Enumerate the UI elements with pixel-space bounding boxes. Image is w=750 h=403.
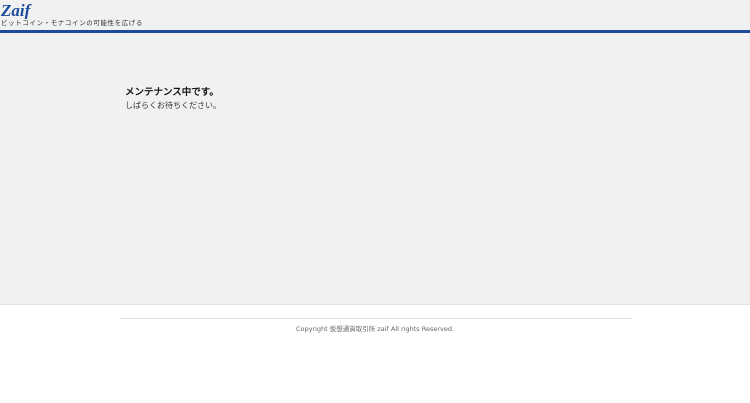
maintenance-title: メンテナンス中です。 xyxy=(125,87,219,98)
footer-divider xyxy=(120,318,632,319)
copyright-text: Copyright 仮想通貨取引所 zaif All rights Reserv… xyxy=(295,325,455,333)
maintenance-panel: メンテナンス中です。 しばらくお待ちください。 xyxy=(0,33,750,305)
site-header: Zaif ビットコイン・モナコインの可能性を広げる xyxy=(0,0,750,31)
site-tagline: ビットコイン・モナコインの可能性を広げる xyxy=(1,19,143,27)
maintenance-message: しばらくお待ちください。 xyxy=(125,101,221,110)
